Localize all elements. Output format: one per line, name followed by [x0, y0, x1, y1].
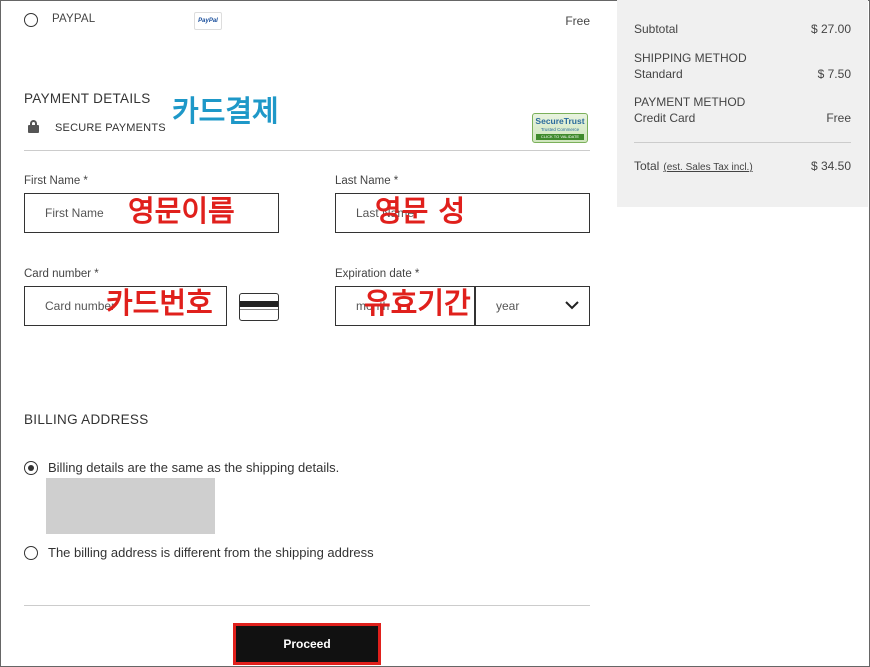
shipping-row: Standard $ 7.50 [634, 67, 851, 81]
footer-divider [24, 605, 590, 606]
lock-icon [28, 120, 39, 133]
billing-different-radio[interactable] [24, 546, 38, 560]
year-placeholder: year [496, 299, 520, 313]
badge-validate: CLICK TO VALIDATE [536, 134, 584, 140]
billing-address-title: BILLING ADDRESS [24, 412, 149, 427]
subtotal-row: Subtotal $ 27.00 [634, 22, 851, 36]
annotation-card-payment: 카드결제 [172, 94, 279, 128]
first-name-label: First Name * [24, 175, 88, 187]
proceed-button[interactable]: Proceed [233, 623, 381, 665]
credit-card-icon [239, 293, 279, 321]
total-value: $ 34.50 [810, 159, 851, 173]
billing-same-label: Billing details are the same as the ship… [48, 460, 340, 475]
annotation-card-number: 카드번호 [106, 286, 213, 320]
billing-same-radio[interactable] [24, 461, 38, 475]
subtotal-label: Subtotal [634, 22, 679, 36]
secure-payments-label: SECURE PAYMENTS [55, 122, 166, 134]
first-name-placeholder: First Name [45, 206, 104, 220]
total-row: Total (est. Sales Tax incl.) $ 34.50 [634, 159, 851, 173]
shipping-method: Standard [634, 67, 683, 81]
payment-value: Free [826, 111, 851, 125]
expiration-year-select[interactable]: year [475, 286, 590, 326]
total-label: Total [634, 159, 660, 173]
card-number-placeholder: Card number [45, 299, 116, 313]
expiration-label: Expiration date * [335, 268, 420, 280]
badge-subtitle: Trusted Commerce [540, 127, 580, 132]
payment-method: Credit Card [634, 111, 696, 125]
payment-row: Credit Card Free [634, 111, 851, 125]
shipping-caption: SHIPPING METHOD [634, 51, 747, 65]
paypal-radio[interactable] [24, 13, 38, 27]
summary-divider [634, 142, 851, 143]
badge-title: SecureTrust [535, 116, 585, 126]
card-number-label: Card number * [24, 268, 99, 280]
payment-details-title: PAYMENT DETAILS [24, 91, 151, 106]
payment-caption: PAYMENT METHOD [634, 95, 746, 109]
subtotal-value: $ 27.00 [810, 22, 851, 36]
paypal-logo: PayPal [194, 12, 222, 30]
section-divider [24, 150, 590, 151]
annotation-expiration: 유효기간 [364, 286, 471, 320]
chevron-down-icon [565, 298, 579, 312]
annotation-english-name: 영문이름 [128, 194, 235, 228]
last-name-label: Last Name * [335, 175, 399, 187]
shipping-value: $ 7.50 [817, 67, 851, 81]
order-summary: Subtotal $ 27.00 SHIPPING METHOD Standar… [617, 0, 868, 207]
annotation-english-surname: 영문 성 [375, 194, 466, 228]
paypal-price: Free [565, 14, 590, 28]
paypal-label: PAYPAL [52, 13, 96, 25]
paypal-option[interactable]: PAYPAL PayPal Free [24, 12, 590, 32]
billing-different-label: The billing address is different from th… [48, 545, 374, 560]
tax-note-link[interactable]: (est. Sales Tax incl.) [663, 162, 752, 173]
redacted-address-block [46, 478, 215, 534]
securetrust-badge[interactable]: SecureTrust Trusted Commerce CLICK TO VA… [532, 113, 588, 143]
